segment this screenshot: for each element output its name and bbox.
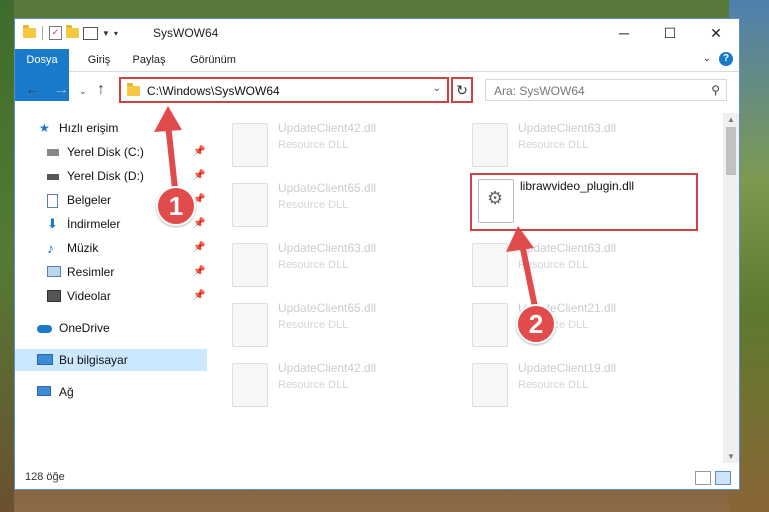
annotation-overlay (154, 106, 539, 313)
step-1-badge: 1 (156, 186, 196, 226)
arrow-1-head (154, 106, 182, 132)
arrow-2-shaft (519, 243, 539, 313)
arrow-2-head (506, 226, 534, 252)
step-2-badge: 2 (516, 304, 556, 344)
